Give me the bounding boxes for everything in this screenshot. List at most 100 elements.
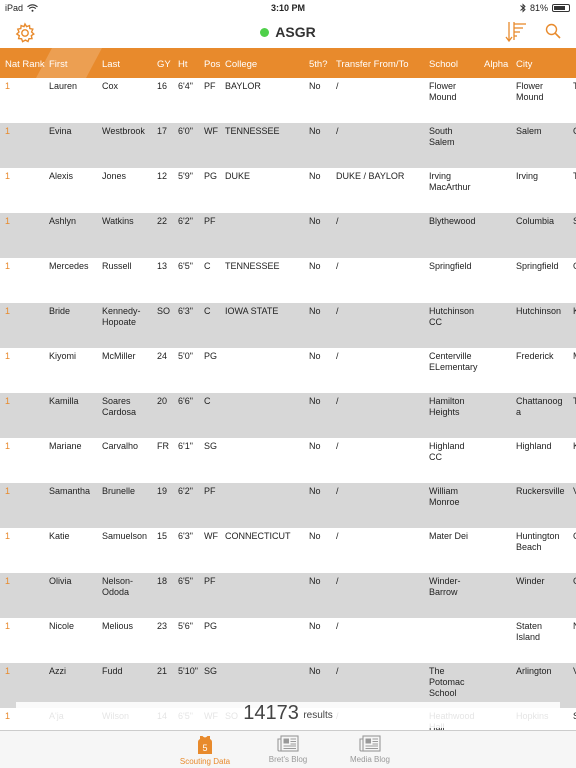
table-row[interactable]: 1 Ashlyn Watkins 22 6'2" PF No / Blythewood Colum… [0, 213, 576, 258]
rank-cell: 1 [5, 171, 11, 181]
fifth-year-cell: No [309, 306, 321, 316]
col-ht[interactable]: Ht [178, 59, 188, 70]
table-row[interactable]: 1 Mariane Carvalho FR 6'1" SG No / Highland CC Hi… [0, 438, 576, 483]
city-cell: Frederick [516, 351, 554, 361]
table-row[interactable]: 1 Kiyomi McMiller 24 5'0" PG No / Centerville EL… [0, 348, 576, 393]
last-name-cell: Melious [102, 621, 134, 631]
tab-media-blog[interactable]: Media Blog [330, 735, 410, 764]
rank-cell: 1 [5, 81, 11, 91]
city-cell: Ruckersville [516, 486, 565, 496]
college-cell: DUKE [225, 171, 251, 181]
rank-cell: 1 [5, 711, 11, 721]
rank-cell: 1 [5, 351, 11, 361]
table-row[interactable]: 1 Katie Samuelson 15 6'3" WF CONNECTICUT No / Mat… [0, 528, 576, 573]
table-row[interactable]: 1NicoleMelious235'6"PGNo/Staten IslandN [0, 618, 576, 663]
tab-scouting-data[interactable]: 5 Scouting Data [165, 735, 245, 766]
city-cell: Arlington [516, 666, 552, 676]
results-count: 14173 results [16, 702, 560, 728]
grad-year-cell: 13 [157, 261, 168, 271]
sort-filter-icon[interactable] [504, 20, 528, 44]
school-cell: Hamilton Heights [429, 396, 465, 417]
first-name-cell: Alexis [49, 171, 74, 181]
first-name-cell: Mercedes [49, 261, 89, 271]
newspaper-icon [277, 735, 299, 752]
fifth-year-cell: No [309, 81, 321, 91]
college-cell: CONNECTICUT [225, 531, 291, 541]
city-cell: Highland [516, 441, 552, 451]
table-row[interactable]: 1 Evina Westbrook 17 6'0" WF TENNESSEE No / South… [0, 123, 576, 168]
transfer-cell: / [336, 216, 339, 226]
college-cell: BAYLOR [225, 81, 261, 91]
first-name-cell: Samantha [49, 486, 91, 496]
tab-label: Scouting Data [179, 757, 231, 766]
grad-year-cell: SO [157, 306, 171, 316]
transfer-cell: DUKE / BAYLOR [336, 171, 405, 181]
col-college[interactable]: College [225, 59, 257, 70]
table-row[interactable]: 1 Kamilla Soares Cardosa 20 6'6" C No / Hamilton… [0, 393, 576, 438]
grad-year-cell: 20 [157, 396, 168, 406]
college-cell: TENNESSEE [225, 126, 280, 136]
table-row[interactable]: 1 Olivia Nelson- Ododa 18 6'5" PF No / Winder- B… [0, 573, 576, 618]
col-alpha[interactable]: Alpha [484, 59, 508, 70]
height-cell: 6'5" [178, 261, 193, 271]
table-row[interactable]: 1 Bride Kennedy- Hopoate SO 6'3" C IOWA STATE N… [0, 303, 576, 348]
city-cell: Flower Mound [516, 81, 544, 102]
table-row[interactable]: 1 Alexis Jones 12 5'9" PG DUKE No DUKE / BAYLOR I… [0, 168, 576, 213]
transfer-cell: / [336, 351, 339, 361]
col-school[interactable]: School [429, 59, 458, 70]
search-icon[interactable] [545, 23, 561, 39]
position-cell: PF [204, 81, 216, 91]
table-header: Nat Rank First Last GY Ht Pos College 5t… [0, 48, 576, 78]
last-name-cell: Fudd [102, 666, 123, 676]
height-cell: 6'2" [178, 486, 193, 496]
city-cell: Irving [516, 171, 539, 181]
grad-year-cell: 15 [157, 531, 168, 541]
newspaper-icon [359, 735, 381, 752]
col-pos[interactable]: Pos [204, 59, 220, 70]
city-cell: Springfield [516, 261, 559, 271]
position-cell: PF [204, 216, 216, 226]
col-first[interactable]: First [49, 59, 67, 70]
fifth-year-cell: No [309, 126, 321, 136]
col-gy[interactable]: GY [157, 59, 171, 70]
height-cell: 5'6" [178, 621, 193, 631]
col-fifth[interactable]: 5th? [309, 59, 328, 70]
table-row[interactable]: 1 Mercedes Russell 13 6'5" C TENNESSEE No / Sprin… [0, 258, 576, 303]
col-city[interactable]: City [516, 59, 532, 70]
first-name-cell: Mariane [49, 441, 82, 451]
status-bar: iPad 3:10 PM 81% [0, 0, 576, 16]
height-cell: 6'5" [178, 576, 193, 586]
table-row[interactable]: 1 Lauren Cox 16 6'4" PF BAYLOR No / Flower Mound F… [0, 78, 576, 123]
school-cell: William Monroe [429, 486, 460, 507]
col-last[interactable]: Last [102, 59, 120, 70]
grad-year-cell: 22 [157, 216, 168, 226]
position-cell: WF [204, 531, 218, 541]
fifth-year-cell: No [309, 486, 321, 496]
tab-brets-blog[interactable]: Bret's Blog [248, 735, 328, 764]
last-name-cell: Kennedy- Hopoate [102, 306, 141, 327]
position-cell: PG [204, 351, 218, 361]
school-cell: Centerville ELementary [429, 351, 478, 372]
school-cell: South Salem [429, 126, 455, 147]
rank-cell: 1 [5, 396, 11, 406]
bluetooth-icon [520, 3, 526, 13]
last-name-cell: Nelson- Ododa [102, 576, 134, 597]
rank-cell: 1 [5, 216, 11, 226]
grad-year-cell: 23 [157, 621, 168, 631]
transfer-cell: / [336, 81, 339, 91]
first-name-cell: Evina [49, 126, 72, 136]
player-table: 1 Lauren Cox 16 6'4" PF BAYLOR No / Flower Mound F… [0, 78, 576, 730]
col-transfer[interactable]: Transfer From/To [336, 59, 409, 70]
header-highlight [36, 48, 102, 78]
fifth-year-cell: No [309, 351, 321, 361]
grad-year-cell: 21 [157, 666, 168, 676]
table-row[interactable]: 1 Samantha Brunelle 19 6'2" PF No / William Monr… [0, 483, 576, 528]
height-cell: 6'2" [178, 216, 193, 226]
position-cell: C [204, 261, 211, 271]
last-name-cell: Russell [102, 261, 132, 271]
school-cell: Winder- Barrow [429, 576, 461, 597]
col-nat-rank[interactable]: Nat Rank [5, 59, 45, 70]
tab-label: Bret's Blog [268, 755, 308, 764]
city-cell: Chattanoog a [516, 396, 563, 417]
school-cell: Mater Dei [429, 531, 469, 541]
